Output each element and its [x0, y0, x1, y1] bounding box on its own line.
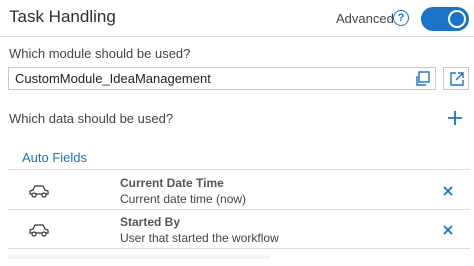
field-title: Current Date Time — [120, 176, 224, 190]
panel-title: Task Handling — [9, 7, 116, 26]
field-title: Started By — [120, 215, 181, 229]
external-link-icon — [450, 72, 464, 86]
panel-header: Task Handling Advanced ? — [0, 0, 474, 37]
advanced-label: Advanced — [336, 11, 394, 26]
help-icon[interactable]: ? — [393, 10, 409, 26]
module-input[interactable] — [8, 67, 436, 90]
open-module-button[interactable] — [443, 67, 469, 90]
field-description: User that started the workflow — [120, 231, 279, 245]
plus-icon — [448, 111, 462, 125]
toggle-knob — [448, 10, 466, 28]
remove-icon[interactable] — [441, 223, 455, 237]
remove-icon[interactable] — [441, 184, 455, 198]
copy-icon[interactable] — [414, 70, 432, 88]
add-data-button[interactable] — [446, 109, 464, 127]
car-icon — [28, 223, 50, 242]
scroll-shadow — [8, 255, 270, 259]
module-question: Which module should be used? — [9, 46, 191, 61]
field-row[interactable]: Started By User that started the workflo… — [8, 211, 470, 249]
field-description: Current date time (now) — [120, 192, 247, 206]
car-icon — [28, 184, 50, 203]
tab-auto-fields[interactable]: Auto Fields — [22, 150, 87, 165]
tab-divider — [8, 169, 470, 170]
advanced-toggle[interactable] — [421, 7, 469, 31]
field-row[interactable]: Current Date Time Current date time (now… — [8, 172, 470, 210]
data-question: Which data should be used? — [9, 111, 174, 126]
